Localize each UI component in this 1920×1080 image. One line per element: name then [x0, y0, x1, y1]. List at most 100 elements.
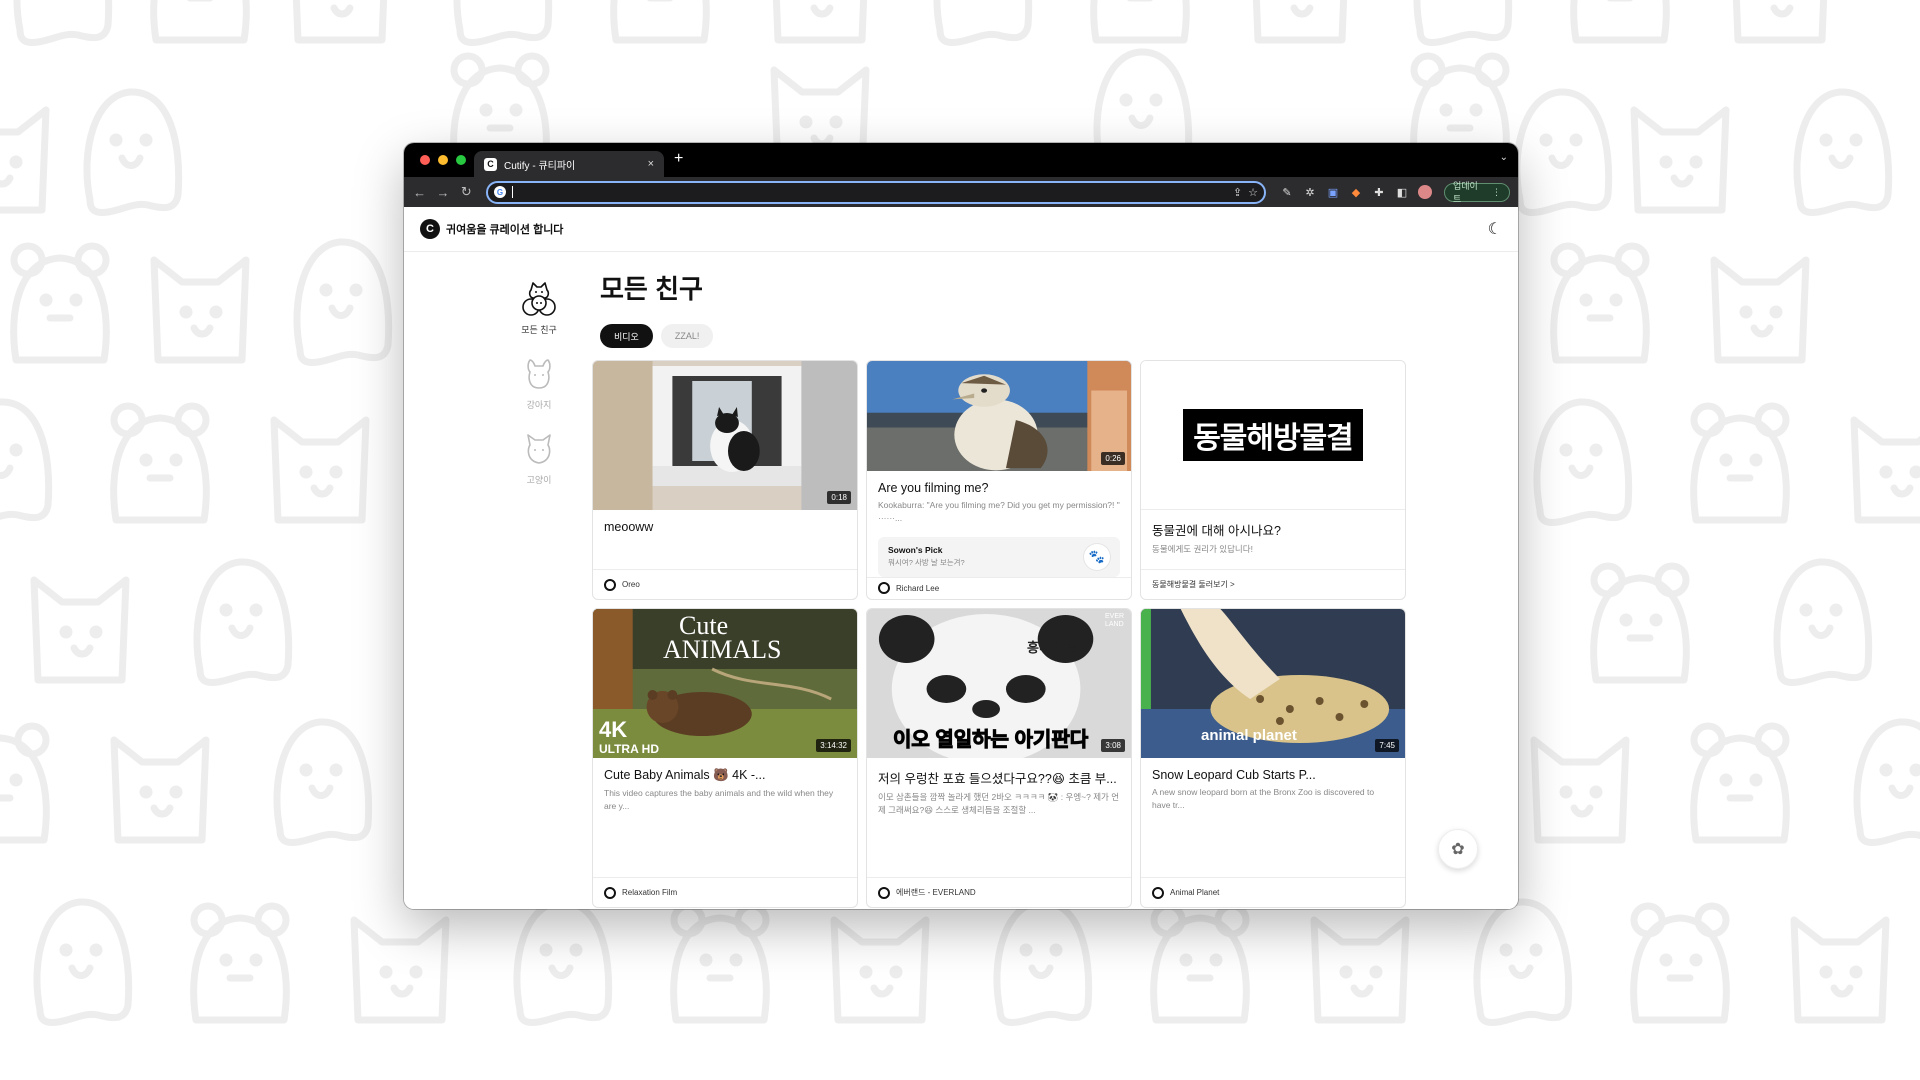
banner-thumbnail[interactable]: 동물해방물결: [1141, 361, 1405, 510]
maximize-window-button[interactable]: [456, 155, 466, 165]
video-duration: 7:45: [1375, 739, 1399, 752]
card-description: This video captures the baby animals and…: [604, 788, 834, 811]
chip-zzal[interactable]: ZZAL!: [660, 324, 714, 348]
animal-planet-logo: animal planet: [1201, 727, 1297, 744]
card-footer: Richard Lee: [867, 576, 1131, 599]
everland-logo: EVER LAND: [1105, 613, 1125, 628]
card-author[interactable]: Relaxation Film: [622, 888, 677, 897]
author-avatar: [604, 886, 616, 899]
video-card[interactable]: 0:18 meooww Oreo: [592, 360, 858, 600]
curator-pick: Sowon's Pick 뭐시여? 사방 날 보는겨? 🐾: [878, 536, 1120, 577]
google-icon: G: [493, 186, 506, 198]
card-footer: 에버랜드 - EVERLAND: [867, 877, 1131, 907]
sidebar-item-dog[interactable]: 강아지: [519, 354, 559, 411]
window-controls: [420, 155, 466, 165]
thumb-text-ultra-hd: ULTRA HD: [599, 742, 659, 756]
close-window-button[interactable]: [420, 155, 430, 165]
tab-list-chevron-icon[interactable]: ⌄: [1500, 152, 1508, 163]
sidebar-item-all-friends[interactable]: 모든 친구: [519, 279, 559, 336]
brand[interactable]: C 귀여움을 큐레이션 합니다: [420, 219, 563, 239]
address-input[interactable]: [511, 186, 1227, 198]
external-link[interactable]: 동물해방물결 둘러보기 >: [1152, 579, 1235, 590]
card-body: Cute Baby Animals 🐻 4K -... This video c…: [593, 758, 857, 877]
video-thumbnail[interactable]: 이오 열일하는 아기판다 흥냐 루울~ EVER LAND 3:08: [867, 609, 1131, 758]
kookaburra-image: [867, 361, 1131, 472]
card-title: 저의 우렁찬 포효 들으셨다구요??😆 초큼 부...: [878, 772, 1117, 786]
card-title: meooww: [604, 520, 654, 534]
share-icon[interactable]: ⇪: [1233, 186, 1242, 199]
author-avatar: [1152, 886, 1164, 899]
card-author[interactable]: Richard Lee: [896, 584, 939, 593]
browser-tab[interactable]: C Cutify - 큐티파이 ×: [474, 151, 664, 177]
sidebar-item-cat[interactable]: 고양이: [519, 429, 559, 486]
browser-toolbar: ← → ↻ G ⇪ ☆ ✎ ✲ ▣ ◆ ✚ ◧ 업데이트 ⋮: [404, 177, 1518, 207]
address-bar[interactable]: G ⇪ ☆: [485, 180, 1266, 204]
thumb-text-4k: 4K: [599, 717, 628, 742]
card-author[interactable]: Oreo: [622, 580, 640, 589]
video-card[interactable]: animal planet 7:45 Snow Leopard Cub Star…: [1140, 608, 1406, 908]
card-title: 동물권에 대해 아시나요?: [1152, 524, 1281, 538]
new-tab-button[interactable]: +: [674, 150, 683, 168]
cat-icon: [527, 434, 551, 464]
video-duration: 3:14:32: [816, 739, 851, 752]
card-title: Are you filming me?: [878, 481, 989, 496]
chip-video[interactable]: 비디오: [600, 324, 653, 348]
sidebar: 모든 친구 강아지 고양이: [514, 279, 564, 486]
card-grid: 0:18 meooww Oreo 0:26 Are you filming me…: [592, 360, 1408, 908]
video-thumbnail[interactable]: 0:18: [593, 361, 857, 510]
thumb-caption-bottom: 이오 열일하는 아기판다: [892, 729, 1089, 752]
browser-window: C Cutify - 큐티파이 × + ⌄ ← → ↻ G ⇪ ☆ ✎ ✲ ▣ …: [404, 143, 1518, 909]
fox-extension-icon[interactable]: ◆: [1349, 186, 1363, 199]
content-type-chips: 비디오 ZZAL!: [600, 324, 1408, 348]
banner-text: 동물해방물결: [1183, 409, 1363, 461]
video-thumbnail[interactable]: 0:26: [867, 361, 1131, 472]
paw-icon[interactable]: 🐾: [1084, 543, 1110, 570]
author-avatar: [878, 886, 890, 899]
forward-arrow-icon[interactable]: →: [435, 185, 450, 200]
video-duration: 0:26: [1101, 452, 1125, 466]
video-card[interactable]: 이오 열일하는 아기판다 흥냐 루울~ EVER LAND 3:08 저의 우렁…: [866, 608, 1132, 908]
thumb-text-animals: Animals: [663, 635, 782, 664]
gear-extension-icon[interactable]: ✲: [1303, 186, 1317, 199]
card-author[interactable]: 에버랜드 - EVERLAND: [896, 887, 976, 898]
puzzle-icon[interactable]: ✚: [1372, 186, 1386, 199]
moon-icon[interactable]: ☾: [1488, 219, 1502, 239]
author-avatar: [604, 578, 616, 591]
video-thumbnail[interactable]: animal planet 7:45: [1141, 609, 1405, 758]
video-card[interactable]: 0:26 Are you filming me? Kookaburra: "Ar…: [866, 360, 1132, 600]
tab-favicon-icon: C: [484, 157, 497, 171]
extensions-bar: ✎ ✲ ▣ ◆ ✚ ◧: [1280, 185, 1432, 199]
app-header: C 귀여움을 큐레이션 합니다 ☾: [404, 207, 1518, 252]
web-page: C 귀여움을 큐레이션 합니다 ☾ 모든 친구 강아지 고양이 모든 친구 비디…: [404, 207, 1518, 909]
card-footer: 동물해방물결 둘러보기 >: [1141, 569, 1405, 599]
sidebar-item-label: 모든 친구: [521, 325, 557, 335]
reload-icon[interactable]: ↻: [459, 184, 474, 200]
minimize-window-button[interactable]: [438, 155, 448, 165]
star-icon[interactable]: ☆: [1248, 186, 1258, 199]
video-card[interactable]: Cute Animals 4K ULTRA HD 3:14:32 Cute Ba…: [592, 608, 858, 908]
card-description: 동물에게도 권리가 있답니다!: [1152, 544, 1253, 554]
tab-close-icon[interactable]: ×: [648, 158, 654, 170]
thumb-caption-top: 흥냐 루울~: [1027, 640, 1087, 655]
update-button[interactable]: 업데이트 ⋮: [1443, 181, 1510, 204]
card-body: meooww: [593, 510, 857, 569]
eyedropper-icon[interactable]: ✎: [1280, 186, 1294, 199]
back-arrow-icon[interactable]: ←: [412, 185, 427, 200]
sidebar-item-label: 고양이: [526, 475, 552, 485]
video-duration: 3:08: [1101, 739, 1125, 752]
card-description: 이모 삼촌들을 깜짝 놀라게 했던 2바오 ㅋㅋㅋㅋ 🐼 : 우엥~? 제가 언…: [878, 792, 1120, 815]
card-description: Kookaburra: "Are you filming me? Did you…: [878, 500, 1120, 523]
settings-icon[interactable]: ✿: [1438, 829, 1478, 869]
page-title: 모든 친구: [600, 274, 703, 304]
tab-title: Cutify - 큐티파이: [504, 160, 576, 172]
cat-window-image: [593, 361, 857, 510]
profile-avatar[interactable]: [1417, 185, 1432, 199]
blue-extension-icon[interactable]: ▣: [1326, 186, 1340, 199]
sidepanel-icon[interactable]: ◧: [1395, 186, 1409, 199]
card-author[interactable]: Animal Planet: [1170, 888, 1219, 897]
video-thumbnail[interactable]: Cute Animals 4K ULTRA HD 3:14:32: [593, 609, 857, 758]
info-card[interactable]: 동물해방물결 동물권에 대해 아시나요? 동물에게도 권리가 있답니다! 동물해…: [1140, 360, 1406, 600]
more-menu-icon[interactable]: ⋮: [1492, 187, 1501, 198]
card-title: Snow Leopard Cub Starts P...: [1152, 768, 1316, 782]
dog-icon: [527, 359, 551, 389]
